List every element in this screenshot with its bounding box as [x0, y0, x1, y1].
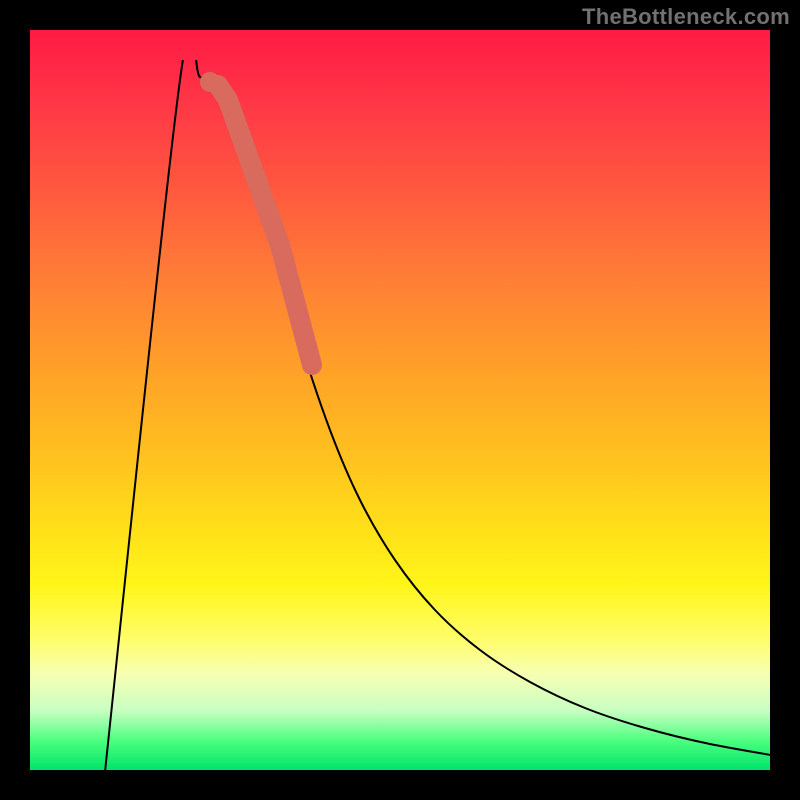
series-highlight-band	[218, 85, 312, 365]
watermark-text: TheBottleneck.com	[582, 4, 790, 30]
chart-plot	[60, 60, 800, 800]
chart-frame	[0, 0, 800, 800]
series-highlight-dot	[200, 72, 220, 92]
series-curve	[102, 60, 800, 800]
